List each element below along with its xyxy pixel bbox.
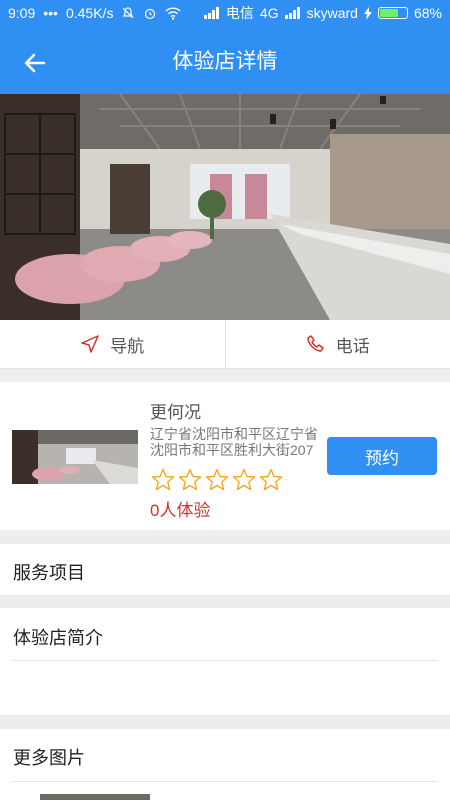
bell-off-icon	[121, 6, 135, 20]
gallery-thumbnail[interactable]	[40, 794, 150, 800]
navigate-label: 导航	[110, 336, 145, 356]
battery-icon	[377, 7, 408, 19]
services-section[interactable]: 服务项目	[0, 544, 450, 595]
rating-stars	[151, 468, 283, 491]
arrow-left-icon	[24, 53, 46, 73]
store-thumbnail	[12, 430, 138, 484]
star-icon	[151, 468, 175, 491]
wifi-icon	[165, 6, 181, 20]
services-title: 服务项目	[13, 563, 85, 583]
store-hero-image	[0, 94, 450, 320]
experience-count: 0人体验	[150, 501, 211, 520]
phone-icon	[307, 335, 324, 352]
call-button[interactable]: 电话	[224, 320, 450, 368]
section-divider	[12, 781, 438, 782]
notification-dots: •••	[43, 5, 58, 21]
star-icon	[178, 468, 202, 491]
signal-icon	[284, 7, 301, 19]
back-button[interactable]	[18, 46, 52, 80]
status-bar: 9:09 ••• 0.45K/s 电信 4G skyward 68%	[0, 0, 450, 26]
carrier-secondary: skyward	[306, 5, 358, 21]
store-card: 更何况 辽宁省沈阳市和平区辽宁省沈阳市和平区胜利大街207 0人体验 预约	[0, 382, 450, 530]
navigate-button[interactable]: 导航	[0, 320, 225, 368]
book-button[interactable]: 预约	[327, 437, 437, 475]
status-time: 9:09	[8, 5, 36, 21]
star-icon	[259, 468, 283, 491]
app-bar: 体验店详情	[0, 26, 450, 94]
action-bar: 导航 电话	[0, 320, 450, 369]
more-images-title: 更多图片	[13, 748, 85, 768]
star-icon	[205, 468, 229, 491]
page-title: 体验店详情	[172, 50, 278, 73]
network-speed: 0.45K/s	[65, 5, 114, 21]
store-address: 辽宁省沈阳市和平区辽宁省沈阳市和平区胜利大街207	[150, 426, 318, 458]
call-label: 电话	[335, 336, 370, 356]
battery-percent: 68%	[413, 5, 442, 21]
intro-section: 体验店简介	[0, 608, 450, 715]
carrier-primary: 电信	[225, 5, 254, 21]
intro-title: 体验店简介	[13, 628, 103, 648]
charging-icon	[363, 6, 372, 20]
signal-icon	[203, 7, 220, 19]
more-images-section: 更多图片	[0, 729, 450, 800]
navigation-icon	[81, 335, 99, 353]
alarm-icon	[143, 6, 157, 20]
store-name: 更何况	[150, 403, 201, 422]
star-icon	[232, 468, 256, 491]
top-bar: 9:09 ••• 0.45K/s 电信 4G skyward 68% 体验店详情	[0, 0, 450, 94]
section-divider	[12, 660, 438, 661]
network-type: 4G	[259, 5, 279, 21]
